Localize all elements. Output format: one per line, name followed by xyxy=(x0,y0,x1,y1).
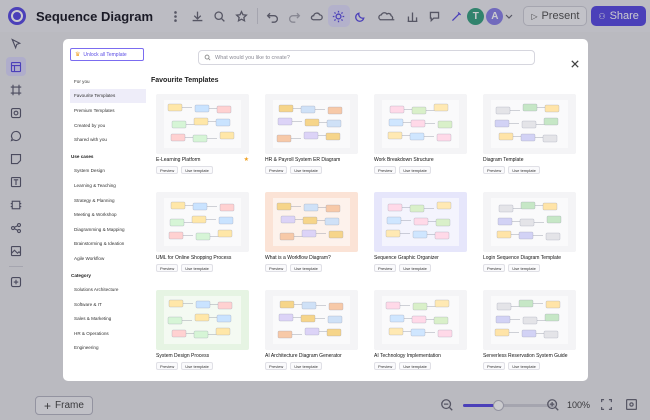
template-title: UML for Online Shopping Process xyxy=(156,255,232,261)
preview-button[interactable]: Preview xyxy=(483,362,506,370)
sidebar-nav: For you Favourite Templates Premium Templa… xyxy=(70,74,146,355)
favorite-star-icon[interactable]: ★ xyxy=(244,156,249,163)
template-search[interactable] xyxy=(198,50,535,65)
template-card[interactable]: AI Architecture Diagram Generator Preview… xyxy=(265,290,358,370)
template-card[interactable]: What is a Workflow Diagram? Preview Use te… xyxy=(265,192,358,272)
template-card[interactable]: Work Breakdown Structure Preview Use templ… xyxy=(374,94,467,174)
sidebar-item[interactable]: Solutions Architecture xyxy=(70,282,146,297)
sidebar-item[interactable]: Strategy & Planning xyxy=(70,193,146,208)
use-template-button[interactable]: Use template xyxy=(290,362,322,370)
sidebar-item[interactable]: Brainstorming & Ideation xyxy=(70,237,146,252)
use-template-button[interactable]: Use template xyxy=(181,264,213,272)
use-template-button[interactable]: Use template xyxy=(508,166,540,174)
sidebar-item[interactable]: Premium Templates xyxy=(70,103,146,118)
template-thumbnail[interactable] xyxy=(265,94,358,154)
use-template-button[interactable]: Use template xyxy=(399,264,431,272)
template-thumbnail[interactable] xyxy=(156,94,249,154)
template-title: HR & Payroll System ER Diagram xyxy=(265,157,341,163)
crown-icon: ♛ xyxy=(75,52,81,58)
preview-button[interactable]: Preview xyxy=(265,362,288,370)
template-sidebar: ♛ Unlock all Template For you Favourite T… xyxy=(70,48,146,355)
sidebar-item[interactable]: Sales & Marketing xyxy=(70,312,146,327)
sidebar-section-header: Use cases xyxy=(71,153,94,159)
sidebar-item[interactable]: Learning & Teaching xyxy=(70,178,146,193)
use-template-button[interactable]: Use template xyxy=(399,362,431,370)
template-modal: ♛ Unlock all Template For youFavourite T… xyxy=(63,39,588,381)
template-title: Serverless Reservation System Guide xyxy=(483,353,568,359)
template-card[interactable]: Sequence Graphic Organizer Preview Use tem… xyxy=(374,192,467,272)
template-card[interactable]: Diagram Template Preview Use template xyxy=(483,94,576,174)
sidebar-item[interactable]: Agile Workflow xyxy=(70,251,146,266)
template-title: What is a Workflow Diagram? xyxy=(265,255,331,261)
template-title: AI Technology Implementation xyxy=(374,353,441,359)
template-card[interactable]: E-Learning Platform ★ Preview Use template xyxy=(156,94,249,174)
preview-button[interactable]: Preview xyxy=(265,264,288,272)
search-input[interactable] xyxy=(215,54,515,61)
sidebar-item[interactable]: Favourite Templates xyxy=(70,88,146,104)
template-thumbnail[interactable] xyxy=(483,192,576,252)
use-template-button[interactable]: Use template xyxy=(290,166,322,174)
template-card[interactable]: HR & Payroll System ER Diagram Preview Use… xyxy=(265,94,358,174)
template-thumbnail[interactable] xyxy=(374,94,467,154)
sidebar-item[interactable]: System Design xyxy=(70,164,146,179)
template-thumbnail[interactable] xyxy=(156,290,249,350)
sidebar-item[interactable]: Meeting & Workshop xyxy=(70,207,146,222)
template-title: AI Architecture Diagram Generator xyxy=(265,353,342,359)
use-template-button[interactable]: Use template xyxy=(508,362,540,370)
preview-button[interactable]: Preview xyxy=(156,362,179,370)
use-template-button[interactable]: Use template xyxy=(181,166,213,174)
unlock-label: Unlock all Template xyxy=(83,51,127,58)
template-thumbnail[interactable] xyxy=(265,192,358,252)
template-card[interactable]: AI Technology Implementation Preview Use t… xyxy=(374,290,467,370)
preview-button[interactable]: Preview xyxy=(374,166,397,174)
preview-button[interactable]: Preview xyxy=(265,166,288,174)
template-title: Sequence Graphic Organizer xyxy=(374,255,439,261)
template-title: System Design Process xyxy=(156,353,210,359)
sidebar-item[interactable]: Software & IT xyxy=(70,297,146,312)
sidebar-item[interactable]: HR & Operations xyxy=(70,326,146,341)
use-template-button[interactable]: Use template xyxy=(290,264,322,272)
search-icon xyxy=(204,54,211,61)
template-title: Work Breakdown Structure xyxy=(374,157,434,163)
preview-button[interactable]: Preview xyxy=(156,166,179,174)
sidebar-item[interactable]: Engineering xyxy=(70,341,146,356)
unlock-templates-button[interactable]: ♛ Unlock all Template xyxy=(70,48,144,61)
use-template-button[interactable]: Use template xyxy=(399,166,431,174)
template-card[interactable]: System Design Process Preview Use template xyxy=(156,290,249,370)
sidebar-item[interactable]: Shared with you xyxy=(70,132,146,147)
template-thumbnail[interactable] xyxy=(483,94,576,154)
preview-button[interactable]: Preview xyxy=(374,362,397,370)
preview-button[interactable]: Preview xyxy=(483,166,506,174)
sidebar-item[interactable]: For you xyxy=(70,74,146,89)
template-thumbnail[interactable] xyxy=(156,192,249,252)
preview-button[interactable]: Preview xyxy=(483,264,506,272)
preview-button[interactable]: Preview xyxy=(374,264,397,272)
sidebar-item[interactable]: Diagramming & Mapping xyxy=(70,222,146,237)
sidebar-section-header: Category xyxy=(71,272,91,278)
use-template-button[interactable]: Use template xyxy=(508,264,540,272)
template-thumbnail[interactable] xyxy=(374,290,467,350)
template-title: Login Sequence Diagram Template xyxy=(483,255,562,261)
use-template-button[interactable]: Use template xyxy=(181,362,213,370)
template-card[interactable]: UML for Online Shopping Process Preview Us… xyxy=(156,192,249,272)
template-title: Diagram Template xyxy=(483,157,524,163)
section-title: Favourite Templates xyxy=(151,77,219,84)
template-thumbnail[interactable] xyxy=(483,290,576,350)
template-thumbnail[interactable] xyxy=(265,290,358,350)
sidebar-item[interactable]: Created by you xyxy=(70,118,146,133)
template-card[interactable]: Serverless Reservation System Guide Previ… xyxy=(483,290,576,370)
template-thumbnail[interactable] xyxy=(374,192,467,252)
template-title: E-Learning Platform xyxy=(156,157,201,163)
close-icon[interactable] xyxy=(571,55,579,68)
template-card[interactable]: Login Sequence Diagram Template Preview Us… xyxy=(483,192,576,272)
preview-button[interactable]: Preview xyxy=(156,264,179,272)
